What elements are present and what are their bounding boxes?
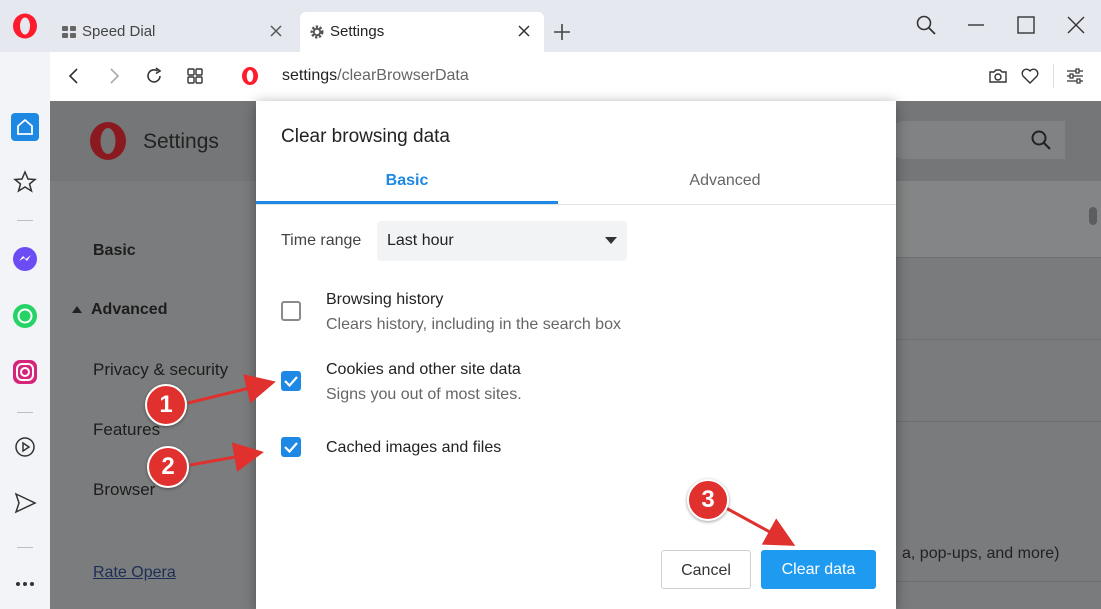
tabs-grid-icon[interactable] xyxy=(185,66,205,86)
messenger-icon[interactable] xyxy=(11,245,39,273)
url-host: settings xyxy=(282,67,338,84)
tab-speed-dial[interactable]: Speed Dial xyxy=(52,12,296,52)
time-range-value: Last hour xyxy=(387,232,454,249)
close-window-icon[interactable] xyxy=(1065,14,1087,36)
content-divider xyxy=(894,339,1101,340)
instagram-icon[interactable] xyxy=(11,358,39,386)
tab-divider xyxy=(256,204,896,205)
opera-logo-icon xyxy=(90,122,126,160)
nav-browser[interactable]: Browser xyxy=(93,480,155,500)
new-tab-icon[interactable] xyxy=(552,22,572,42)
sidebar xyxy=(0,52,50,609)
more-dots-icon[interactable] xyxy=(11,570,39,598)
tab-basic[interactable]: Basic xyxy=(256,167,558,205)
collapse-triangle-icon[interactable] xyxy=(72,305,82,313)
close-tab-icon[interactable] xyxy=(516,23,532,39)
nav-basic[interactable]: Basic xyxy=(93,242,136,260)
checkmark-icon xyxy=(284,442,298,454)
close-tab-icon[interactable] xyxy=(268,23,284,39)
speed-dial-icon xyxy=(62,26,76,38)
heart-icon[interactable] xyxy=(1020,66,1040,86)
sidebar-divider xyxy=(17,412,33,413)
gear-icon xyxy=(310,25,324,39)
clear-data-button[interactable]: Clear data xyxy=(761,550,876,589)
site-settings-description: a, pop-ups, and more) xyxy=(902,545,1060,562)
home-icon[interactable] xyxy=(11,113,39,141)
url-field[interactable]: settings/clearBrowserData xyxy=(282,67,469,85)
bookmarks-star-icon[interactable] xyxy=(11,168,39,196)
camera-snapshot-icon[interactable] xyxy=(988,66,1008,86)
rate-opera-link[interactable]: Rate Opera xyxy=(93,564,176,582)
tab-strip: Speed Dial Settings xyxy=(0,0,1101,52)
content-card xyxy=(894,181,1101,257)
address-bar: settings/clearBrowserData xyxy=(50,52,1101,101)
cookies-checkbox[interactable] xyxy=(281,371,301,391)
opera-page-icon xyxy=(242,67,258,85)
settings-title: Settings xyxy=(143,130,219,153)
tab-settings[interactable]: Settings xyxy=(300,12,544,52)
tab-advanced[interactable]: Advanced xyxy=(574,167,876,205)
annotation-badge-2: 2 xyxy=(147,446,189,488)
send-icon[interactable] xyxy=(11,489,39,517)
toolbar-divider xyxy=(1053,64,1054,88)
annotation-badge-3: 3 xyxy=(687,479,729,521)
browsing-history-title: Browsing history xyxy=(326,291,444,308)
nav-advanced[interactable]: Advanced xyxy=(91,301,167,319)
browsing-history-checkbox[interactable] xyxy=(281,301,301,321)
tab-advanced-label: Advanced xyxy=(689,172,761,189)
dropdown-arrow-icon xyxy=(605,237,617,244)
search-icon[interactable] xyxy=(1030,129,1052,151)
search-tabs-icon[interactable] xyxy=(915,14,937,36)
minimize-icon[interactable] xyxy=(965,14,987,36)
easy-setup-icon[interactable] xyxy=(1065,66,1085,86)
maximize-icon[interactable] xyxy=(1015,14,1037,36)
sidebar-divider xyxy=(17,220,33,221)
cookies-title: Cookies and other site data xyxy=(326,361,521,378)
tab-label: Speed Dial xyxy=(82,23,156,40)
forward-icon[interactable] xyxy=(104,66,124,86)
tab-label: Settings xyxy=(330,23,385,40)
nav-privacy-security[interactable]: Privacy & security xyxy=(93,360,228,380)
tab-basic-label: Basic xyxy=(385,172,429,189)
player-icon[interactable] xyxy=(11,433,39,461)
time-range-select[interactable]: Last hour xyxy=(377,221,627,261)
time-range-label: Time range xyxy=(281,232,362,249)
checkmark-icon xyxy=(284,376,298,388)
annotation-badge-1: 1 xyxy=(145,384,187,426)
reload-icon[interactable] xyxy=(144,66,164,86)
opera-logo-icon[interactable] xyxy=(12,13,38,39)
cached-images-checkbox[interactable] xyxy=(281,437,301,457)
sidebar-divider xyxy=(17,547,33,548)
back-icon[interactable] xyxy=(64,66,84,86)
content-divider xyxy=(894,581,1101,582)
whatsapp-icon[interactable] xyxy=(11,302,39,330)
cancel-button[interactable]: Cancel xyxy=(661,550,751,589)
cached-images-title: Cached images and files xyxy=(326,439,502,456)
dialog-title: Clear browsing data xyxy=(281,126,450,147)
content-divider xyxy=(894,257,1101,258)
clear-browsing-data-dialog: Clear browsing data Basic Advanced Time … xyxy=(256,101,896,609)
url-path: /clearBrowserData xyxy=(337,67,469,84)
browsing-history-subtitle: Clears history, including in the search … xyxy=(326,316,621,333)
scrollbar-thumb[interactable] xyxy=(1089,207,1097,225)
content-divider xyxy=(894,421,1101,422)
nav-features[interactable]: Features xyxy=(93,420,160,440)
cookies-subtitle: Signs you out of most sites. xyxy=(326,386,522,403)
